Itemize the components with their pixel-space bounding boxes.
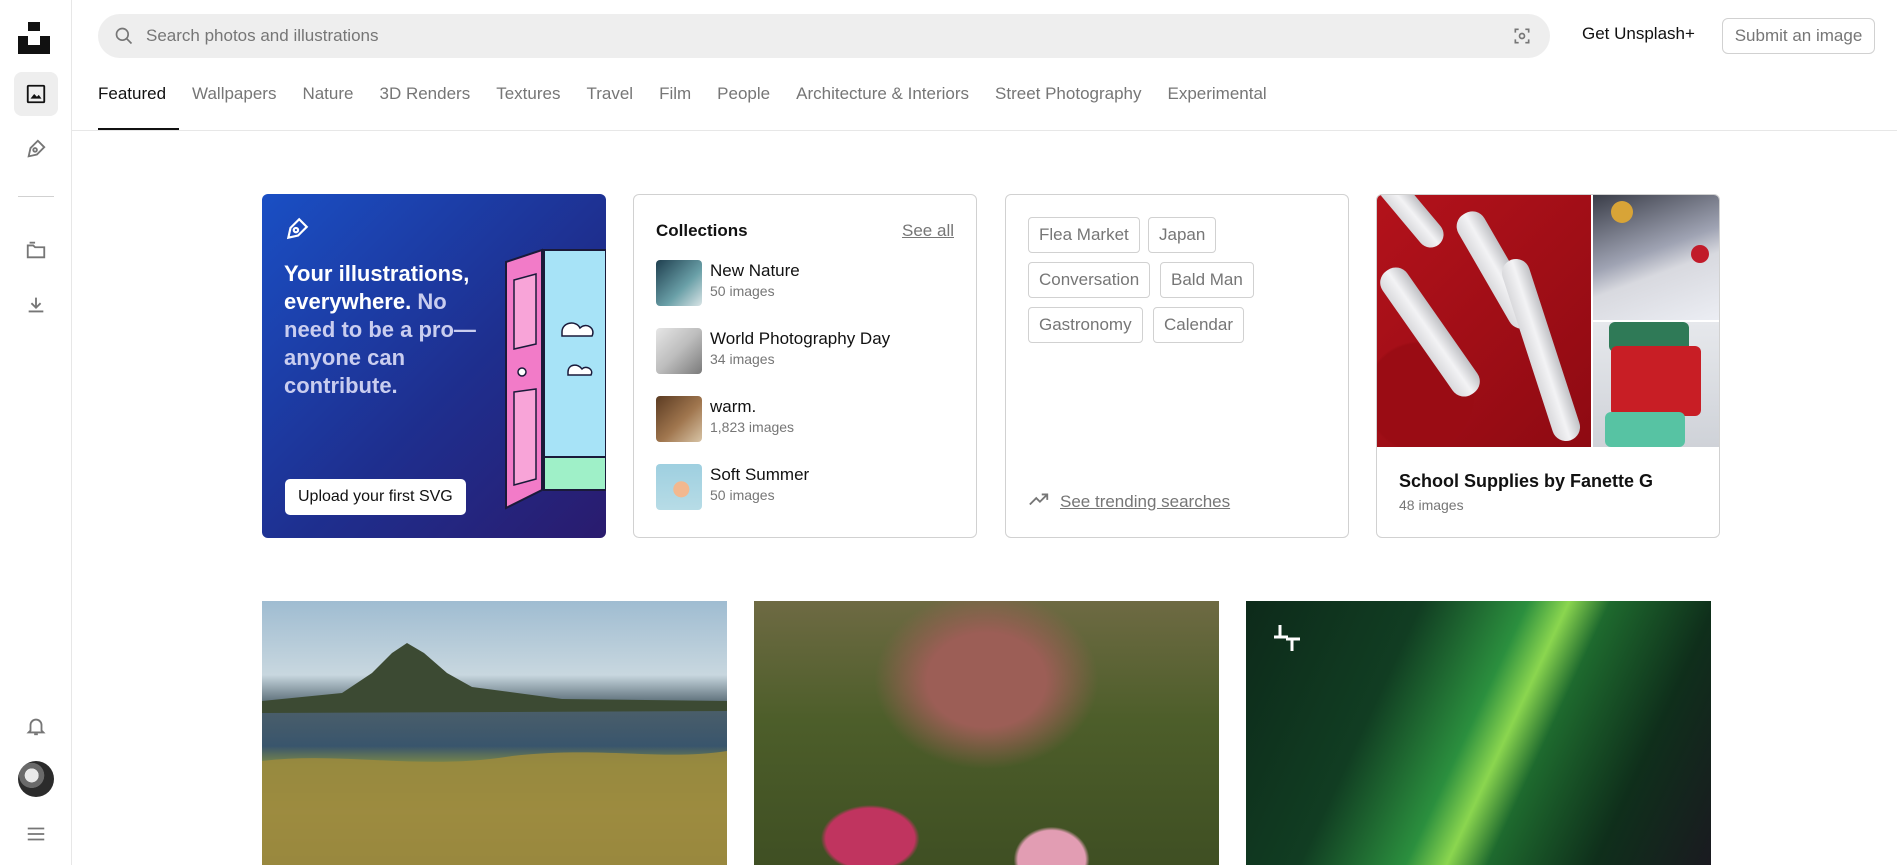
collections-card: Collections See all New Nature 50 images… — [633, 194, 977, 538]
featured-collection-title: School Supplies by Fanette G — [1399, 471, 1654, 491]
search-input[interactable] — [146, 26, 1510, 46]
see-trending-label: See trending searches — [1060, 491, 1231, 511]
collection-title: Soft Summer — [710, 465, 810, 484]
search-bar[interactable] — [98, 14, 1550, 58]
tabs-divider — [72, 130, 1897, 131]
trending-tag[interactable]: Gastronomy — [1028, 307, 1143, 343]
collection-item[interactable]: World Photography Day 34 images — [656, 328, 890, 374]
collection-title: New Nature — [710, 261, 800, 280]
pen-icon — [284, 216, 310, 247]
see-all-link[interactable]: See all — [902, 221, 954, 241]
illustration-promo-card[interactable]: Your illustrations, everywhere. No need … — [262, 194, 606, 538]
unsplash-plus-icon — [1270, 623, 1304, 658]
photo-aurora[interactable] — [1246, 601, 1711, 865]
bell-icon[interactable] — [14, 704, 58, 748]
collection-item[interactable]: New Nature 50 images — [656, 260, 800, 306]
visual-search-icon[interactable] — [1510, 24, 1534, 48]
tab-3d-renders[interactable]: 3D Renders — [366, 82, 483, 130]
tab-architecture-interiors[interactable]: Architecture & Interiors — [783, 82, 982, 130]
tab-wallpapers[interactable]: Wallpapers — [179, 82, 289, 130]
tab-travel[interactable]: Travel — [573, 82, 646, 130]
trending-tag[interactable]: Conversation — [1028, 262, 1151, 298]
door-illustration — [505, 248, 606, 510]
promo-headline: Your illustrations, everywhere. No need … — [284, 260, 484, 400]
collections-icon[interactable] — [14, 228, 58, 272]
tab-experimental[interactable]: Experimental — [1155, 82, 1280, 130]
tab-nature[interactable]: Nature — [289, 82, 366, 130]
download-icon[interactable] — [14, 283, 58, 327]
trending-tag[interactable]: Bald Man — [1160, 262, 1254, 298]
collection-item[interactable]: Soft Summer 50 images — [656, 464, 809, 510]
upload-svg-button[interactable]: Upload your first SVG — [285, 479, 466, 515]
tab-street-photography[interactable]: Street Photography — [982, 82, 1154, 130]
tab-film[interactable]: Film — [646, 82, 704, 130]
trending-arrow-icon — [1028, 491, 1050, 512]
trending-tag[interactable]: Calendar — [1153, 307, 1244, 343]
collection-count: 1,823 images — [710, 419, 795, 435]
left-rail — [0, 0, 72, 865]
tab-textures[interactable]: Textures — [483, 82, 573, 130]
photos-icon[interactable] — [14, 72, 58, 116]
see-trending-link[interactable]: See trending searches — [1028, 491, 1230, 512]
tab-people[interactable]: People — [704, 82, 783, 130]
collection-thumbnail — [656, 464, 702, 510]
rail-divider — [18, 196, 54, 197]
collection-cover-image — [1593, 195, 1719, 320]
collection-count: 50 images — [710, 283, 775, 299]
mountain-shape — [262, 643, 727, 865]
collections-title: Collections — [656, 221, 748, 240]
collection-count: 50 images — [710, 487, 775, 503]
trending-tag[interactable]: Japan — [1148, 217, 1217, 253]
trending-searches-card: Flea Market Japan Conversation Bald Man … — [1005, 194, 1349, 538]
featured-collection-count: 48 images — [1399, 497, 1464, 513]
topic-tabs: Featured Wallpapers Nature 3D Renders Te… — [98, 82, 1280, 130]
collection-thumbnail — [656, 396, 702, 442]
pen-icon[interactable] — [14, 127, 58, 171]
collection-count: 34 images — [710, 351, 775, 367]
avatar[interactable] — [18, 761, 54, 797]
submit-image-button[interactable]: Submit an image — [1722, 18, 1875, 54]
featured-collection-card[interactable]: School Supplies by Fanette G 48 images — [1376, 194, 1720, 538]
collection-cover-image — [1377, 195, 1591, 447]
unsplash-logo-icon[interactable] — [18, 22, 52, 54]
search-icon[interactable] — [114, 25, 136, 47]
collection-title: World Photography Day — [710, 329, 891, 348]
photo-mountain-lake[interactable] — [262, 601, 727, 865]
tab-featured[interactable]: Featured — [98, 82, 180, 130]
get-unsplash-plus-link[interactable]: Get Unsplash+ — [1582, 24, 1695, 44]
collection-item[interactable]: warm. 1,823 images — [656, 396, 794, 442]
collection-thumbnail — [656, 260, 702, 306]
collection-title: warm. — [710, 397, 757, 416]
photo-tulips[interactable] — [754, 601, 1219, 865]
collection-cover-image — [1593, 322, 1719, 447]
menu-icon[interactable] — [14, 812, 58, 856]
trending-tag[interactable]: Flea Market — [1028, 217, 1140, 253]
collection-thumbnail — [656, 328, 702, 374]
